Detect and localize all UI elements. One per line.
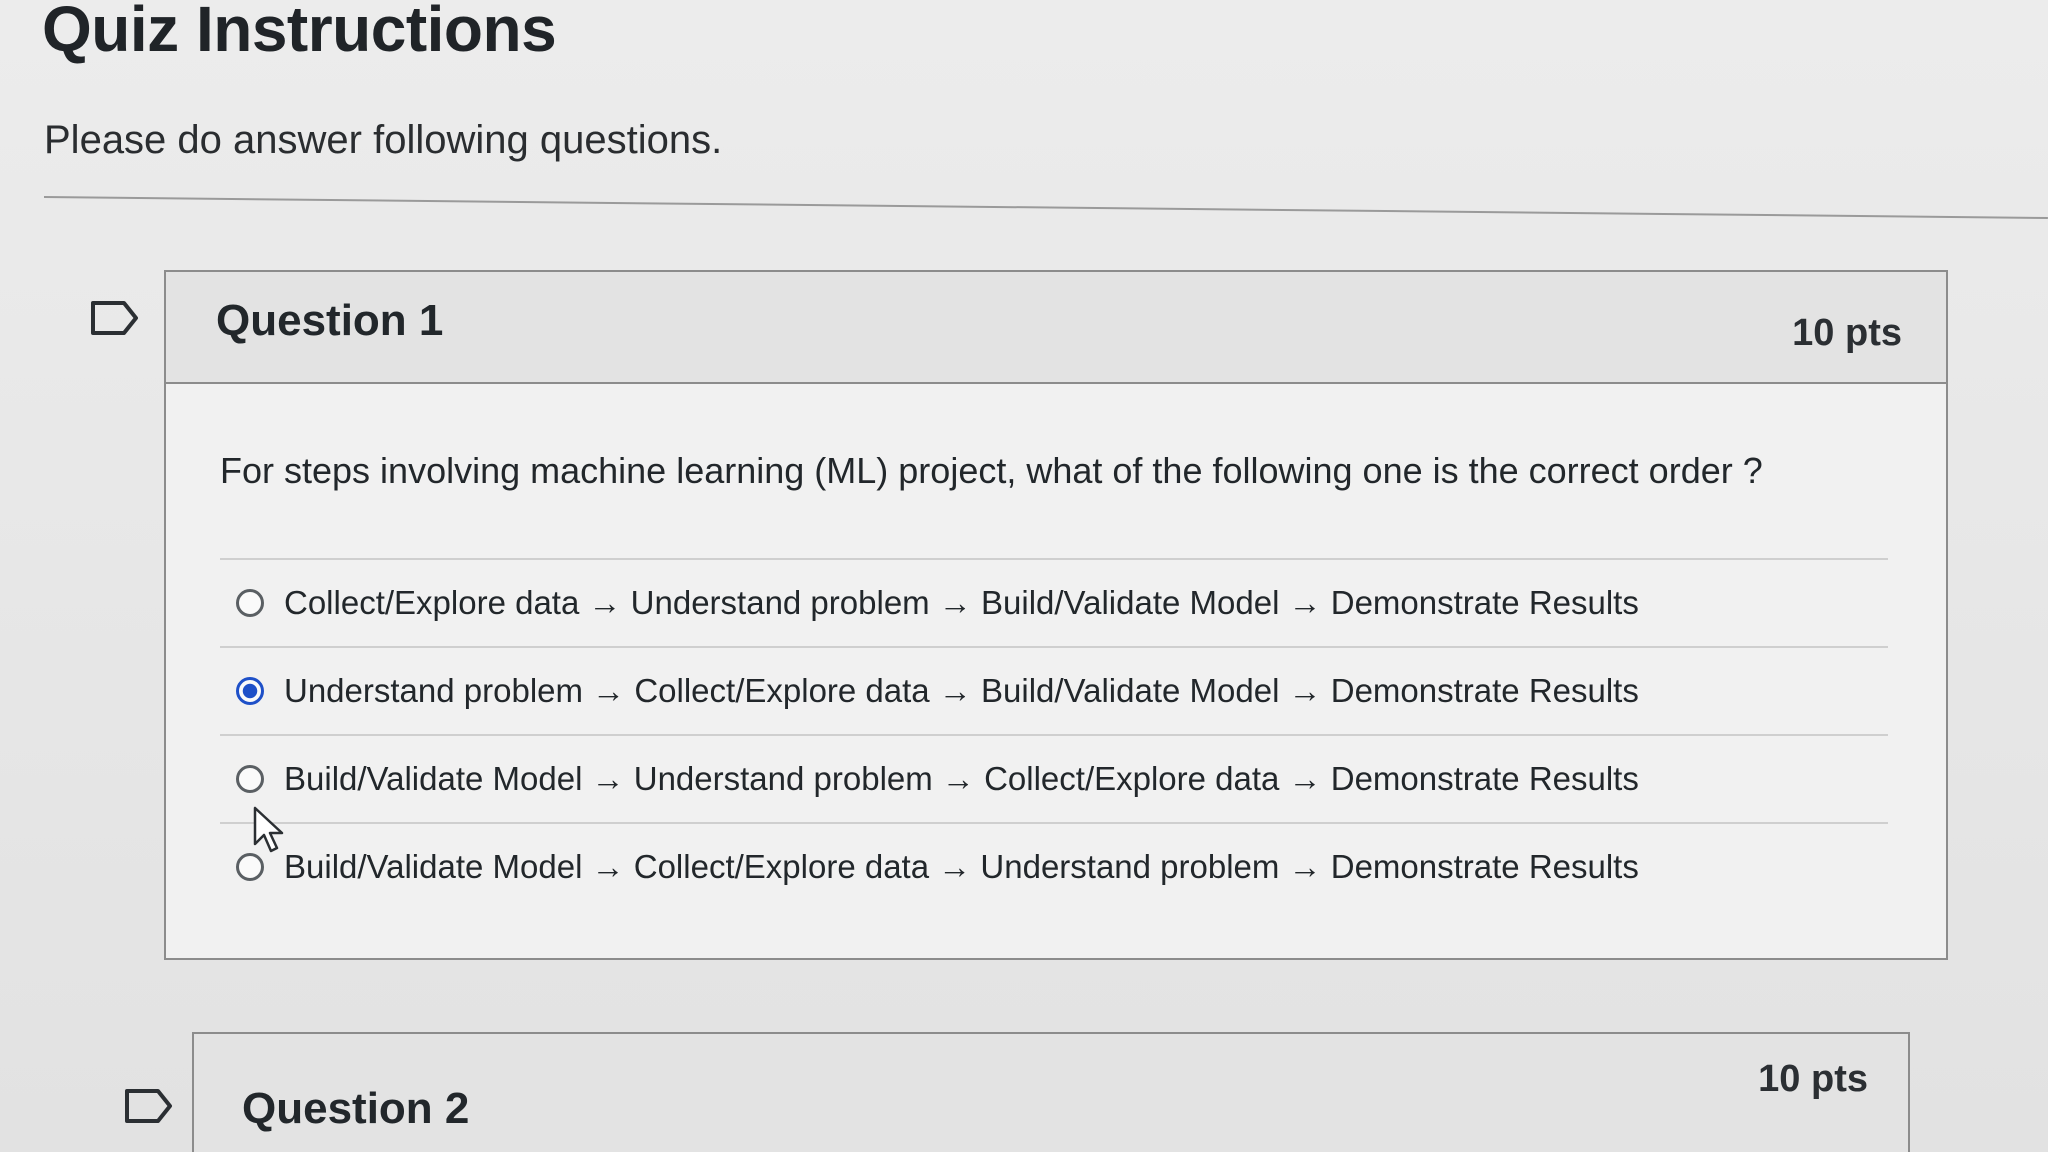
answer-option-1[interactable]: Collect/Explore data → Understand proble… [220,558,1888,646]
question-1-text: For steps involving machine learning (ML… [220,450,1763,491]
answer-option-4[interactable]: Build/Validate Model → Collect/Explore d… [220,822,1888,910]
flag-icon[interactable] [124,1088,174,1124]
answer-option-3[interactable]: Build/Validate Model → Understand proble… [220,734,1888,822]
radio-button[interactable] [236,765,264,793]
answer-label[interactable]: Build/Validate Model → Collect/Explore d… [284,848,1639,886]
question-1-card: Question 1 10 pts For steps involving ma… [164,270,1948,960]
quiz-page: Quiz Instructions Please do answer follo… [0,0,2048,1152]
divider [43,196,2048,219]
question-1-points: 10 pts [1792,312,1902,354]
answer-label[interactable]: Understand problem → Collect/Explore dat… [284,672,1639,710]
question-2-points: 10 pts [1758,1058,1868,1100]
mouse-pointer-icon [253,806,284,853]
answer-label[interactable]: Build/Validate Model → Understand proble… [284,760,1639,798]
answer-option-2[interactable]: Understand problem → Collect/Explore dat… [220,646,1888,734]
radio-button-selected[interactable] [236,677,264,705]
quiz-description: Please do answer following questions. [44,118,723,162]
radio-button[interactable] [236,589,264,617]
question-2-card: Question 2 10 pts [192,1032,1910,1152]
question-1-header: Question 1 10 pts [166,272,1946,384]
question-2-header: Question 2 10 pts [194,1034,1908,1152]
question-1-title: Question 1 [216,296,444,345]
answer-list: Collect/Explore data → Understand proble… [220,558,1888,910]
quiz-title: Quiz Instructions [42,0,557,65]
flag-icon[interactable] [90,300,140,336]
radio-button[interactable] [236,853,264,881]
question-2-title: Question 2 [242,1084,470,1133]
answer-label[interactable]: Collect/Explore data → Understand proble… [284,584,1639,622]
